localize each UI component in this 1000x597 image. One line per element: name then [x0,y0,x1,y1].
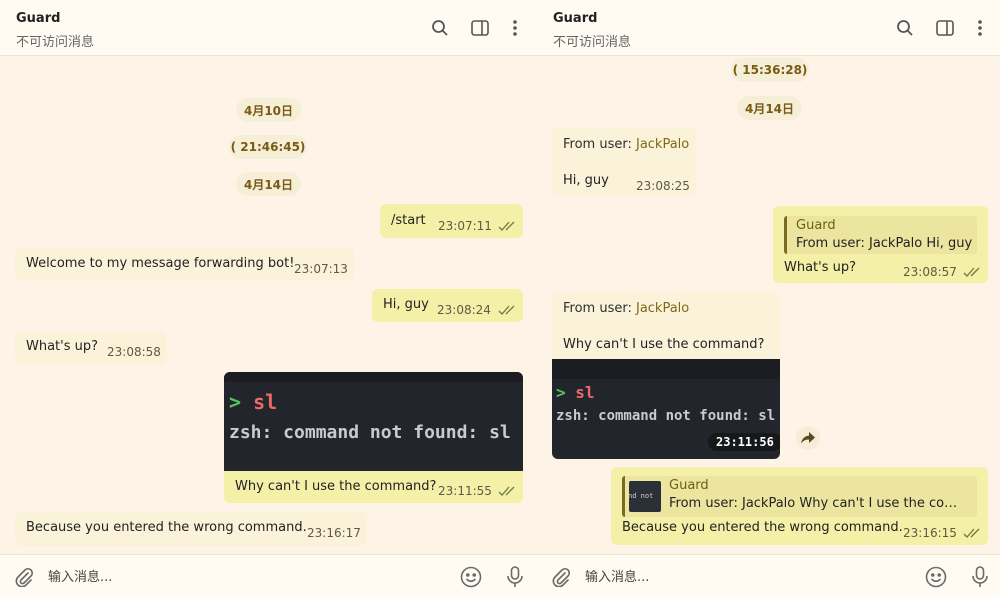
chat-title: Guard [553,11,598,26]
reply-quote-title: Guard [796,218,836,233]
sidebar-toggle-icon[interactable] [469,17,491,39]
terminal-prompt: > [229,390,242,414]
reply-quote-text: From user: JackPalo Why can't I use the … [669,496,969,511]
message-caption: Why can't I use the command? [563,337,765,352]
time-divider: ( 21:46:45) [229,135,307,159]
date-divider: 4月14日 [737,96,802,120]
search-icon[interactable] [429,17,451,39]
double-check-icon [963,267,980,277]
message-text: Because you entered the wrong command. [622,520,903,535]
terminal-prompt: > [556,383,566,402]
forwarded-username[interactable]: JackPalo [636,301,689,316]
message-text: /start [391,213,426,228]
forwarded-from: From user: JackPalo [563,137,690,152]
search-icon[interactable] [894,17,916,39]
message-text: What's up? [784,260,857,275]
message-text: What's up? [26,339,99,354]
message-bubble-incoming[interactable]: Because you entered the wrong command. 2… [15,512,367,546]
forward-icon[interactable] [796,426,820,450]
chat-title: Guard [16,11,61,26]
double-check-icon [498,221,515,231]
reply-quote-thumbnail: nd not [629,481,661,512]
chat-header: Guard 不可访问消息 [537,0,1000,56]
message-input[interactable] [585,563,900,591]
message-bubble-incoming[interactable]: What's up? 23:08:58 [15,331,167,364]
double-check-icon [963,528,980,538]
terminal-command: sl [575,383,595,402]
paperclip-icon[interactable] [12,565,36,589]
date-divider: 4月10日 [236,98,301,122]
paperclip-icon[interactable] [549,565,573,589]
message-input[interactable] [48,563,437,591]
chat-subtitle: 不可访问消息 [553,35,632,50]
sidebar-toggle-icon[interactable] [934,17,956,39]
message-text: Hi, guy [563,173,609,188]
message-bubble-incoming[interactable]: From user: JackPalo Hi, guy 23:08:25 [552,128,696,196]
chat-pane-right: Guard 不可访问消息 ( 15:36:28) 4月14日 From user… [537,0,1000,597]
message-time: 23:08:25 [636,179,690,193]
message-time: 23:08:58 [107,345,161,359]
forwarded-username[interactable]: JackPalo [636,137,689,152]
terminal-error-text: zsh: command not found: sl [229,422,511,443]
terminal-title-bar [224,372,523,382]
more-options-icon[interactable] [504,17,526,39]
message-time: 23:07:11 [438,219,492,233]
terminal-error-text: zsh: command not found: sl [556,408,776,424]
terminal-screenshot-image[interactable]: > sl zsh: command not found: sl 23:11:56 [552,359,780,459]
message-time: 23:07:13 [294,262,348,276]
message-time: 23:08:24 [437,303,491,317]
message-time: 23:11:56 [708,433,780,451]
composer [0,554,537,597]
message-time: 23:16:15 [903,526,957,540]
message-bubble-outgoing-photo[interactable]: > sl zsh: command not found: sl Why can'… [224,372,523,503]
message-text: Hi, guy [383,297,429,312]
time-divider: ( 15:36:28) [731,58,809,82]
message-bubble-incoming[interactable]: Welcome to my message forwarding bot! 23… [15,248,354,281]
chat-header: Guard 不可访问消息 [0,0,537,56]
emoji-icon[interactable] [459,565,483,589]
reply-quote-text: From user: JackPalo Hi, guy [796,236,973,251]
emoji-icon[interactable] [924,565,948,589]
double-check-icon [498,486,515,496]
terminal-screenshot-image[interactable]: > sl zsh: command not found: sl [224,372,523,471]
chat-subtitle: 不可访问消息 [16,35,95,50]
terminal-command: sl [253,390,278,414]
composer [537,554,1000,597]
message-bubble-outgoing[interactable]: Hi, guy 23:08:24 [372,289,523,322]
message-caption: Why can't I use the command? [235,479,437,494]
message-time: 23:16:17 [307,526,361,540]
message-bubble-outgoing[interactable]: /start 23:07:11 [380,204,523,238]
terminal-title-bar [552,359,780,379]
message-time: 23:11:55 [438,484,492,498]
microphone-icon[interactable] [503,565,527,589]
message-bubble-incoming-photo[interactable]: From user: JackPalo Why can't I use the … [552,292,780,459]
double-check-icon [498,305,515,315]
message-time: 23:08:57 [903,265,957,279]
message-bubble-outgoing-reply[interactable]: Guard From user: JackPalo Hi, guy What's… [773,206,988,283]
message-text: Welcome to my message forwarding bot! [26,256,295,271]
date-divider: 4月14日 [236,172,301,196]
reply-quote-title: Guard [669,478,709,493]
message-text: Because you entered the wrong command. [26,520,307,535]
forwarded-from: From user: JackPalo [563,301,690,316]
reply-quote[interactable]: nd not Guard From user: JackPalo Why can… [622,476,977,517]
reply-quote[interactable]: Guard From user: JackPalo Hi, guy [784,216,977,254]
message-bubble-outgoing-reply[interactable]: nd not Guard From user: JackPalo Why can… [611,467,988,545]
more-options-icon[interactable] [969,17,991,39]
chat-pane-left: Guard 不可访问消息 4月10日 ( 21:46:45) 4月14日 /st… [0,0,537,597]
microphone-icon[interactable] [968,565,992,589]
